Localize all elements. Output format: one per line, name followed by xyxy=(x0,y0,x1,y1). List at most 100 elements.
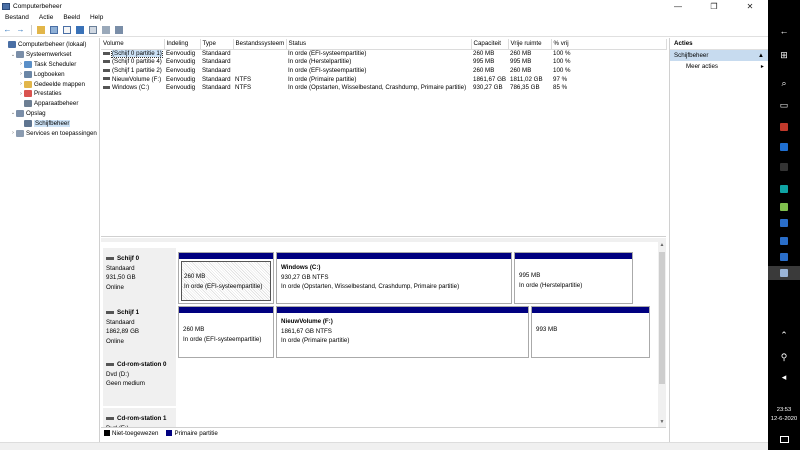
column-header[interactable]: % vrij xyxy=(551,39,667,50)
clock-date: 12-6-2020 xyxy=(770,416,798,422)
volume-icon[interactable]: ◂ xyxy=(768,370,800,384)
table-cell: Standaard xyxy=(202,50,231,58)
partition[interactable]: 260 MB In orde (EFI-systeempartitie) xyxy=(178,252,274,304)
properties-icon[interactable] xyxy=(61,25,72,35)
up-folder-icon[interactable] xyxy=(35,25,46,35)
computer-management-icon xyxy=(2,2,10,10)
scroll-up-icon[interactable]: ▲ xyxy=(658,242,666,250)
tree-item[interactable]: Computerbeheer (lokaal) xyxy=(0,40,99,50)
table-cell: 100 % xyxy=(553,66,571,74)
chevron-up-icon[interactable]: ⌃ xyxy=(768,328,800,342)
tree-item[interactable]: › Task Scheduler xyxy=(0,60,99,70)
disk-type: Standaard xyxy=(106,318,135,326)
computer-management-icon-glyph xyxy=(780,269,788,277)
back-icon[interactable]: ← xyxy=(768,24,800,38)
action-more-actions[interactable]: Meer acties ▸ xyxy=(670,61,768,72)
partition-bar xyxy=(277,253,511,259)
notification-icon[interactable] xyxy=(768,432,800,446)
view-icon[interactable] xyxy=(87,25,98,35)
table-row[interactable]: (Schijf 0 partitie 1) Eenvoudig Standaard I… xyxy=(101,49,666,58)
partition[interactable]: 995 MB In orde (Herstelpartitie) xyxy=(514,252,633,304)
table-cell: In orde (Primaire partitie) xyxy=(288,75,357,83)
disk-info[interactable]: Schijf 1 Standaard 1862,89 GB Online xyxy=(103,302,176,356)
computer-management-icon[interactable] xyxy=(768,266,800,280)
collapse-icon[interactable]: ▲ xyxy=(758,52,764,59)
scroll-down-icon[interactable]: ▼ xyxy=(658,419,666,427)
app-icon[interactable] xyxy=(768,234,800,248)
forward-arrow-icon[interactable]: → xyxy=(15,25,26,35)
menu-beeld[interactable]: Beeld xyxy=(58,14,85,21)
disk-size: 1862,89 GB xyxy=(106,328,140,335)
column-header[interactable]: Capaciteit xyxy=(471,39,509,50)
partition-bar xyxy=(179,253,273,259)
partition[interactable]: NieuwVolume (F:) 1861,67 GB NTFS In orde (… xyxy=(276,306,529,358)
submenu-arrow-icon: ▸ xyxy=(760,63,764,70)
tree-item[interactable]: › Logboeken xyxy=(0,69,99,79)
tree-item[interactable]: ⌄ Systeemwerkset xyxy=(0,50,99,60)
menu-bestand[interactable]: Bestand xyxy=(0,14,34,21)
app-icon[interactable] xyxy=(768,216,800,230)
disk-info[interactable]: Cd-rom-station 0 Dvd (D:) Geen medium xyxy=(103,354,176,406)
table-row[interactable]: Windows (C:) Eenvoudig Standaard NTFS In ord… xyxy=(101,83,666,92)
column-header[interactable]: Bestandssysteem xyxy=(233,39,287,50)
column-header[interactable]: Vrije ruimte xyxy=(508,39,552,50)
tree-item[interactable]: Schijfbeheer xyxy=(0,118,99,128)
disk-map-scrollbar[interactable]: ▲ ▼ xyxy=(658,242,666,427)
table-row[interactable]: (Schijf 1 partitie 2) Eenvoudig Standaard I… xyxy=(101,66,666,75)
navigation-tree: Computerbeheer (lokaal) ⌄ Systeemwerkset › T… xyxy=(0,38,100,442)
tree-item[interactable]: › Gedeelde mappen xyxy=(0,79,99,89)
actions-section-schijfbeheer[interactable]: Schijfbeheer ▲ xyxy=(670,50,768,61)
back-arrow-icon[interactable]: ← xyxy=(2,25,13,35)
app-icon[interactable] xyxy=(768,250,800,264)
table-row[interactable]: (Schijf 0 partitie 4) Eenvoudig Standaard I… xyxy=(101,58,666,67)
column-header[interactable]: Indeling xyxy=(164,39,201,50)
partition-body: NieuwVolume (F:) 1861,67 GB NTFS In orde (… xyxy=(279,315,526,355)
search-icon[interactable]: ⌕ xyxy=(768,76,800,90)
partition[interactable]: 993 MB xyxy=(531,306,650,358)
tree-item[interactable]: › Prestaties xyxy=(0,89,99,99)
partition-body: 260 MB In orde (EFI-systeempartitie) xyxy=(181,261,271,301)
app-icon-glyph xyxy=(780,163,788,171)
usb-icon[interactable]: ⚲ xyxy=(768,350,800,364)
partition-size: 1861,67 GB NTFS xyxy=(281,327,332,335)
app-icon[interactable] xyxy=(768,140,800,154)
app-icon[interactable] xyxy=(768,182,800,196)
tree-item[interactable]: Apparaatbeheer xyxy=(0,99,99,109)
app-icon[interactable] xyxy=(768,200,800,214)
tree-item[interactable]: › Services en toepassingen xyxy=(0,128,99,138)
app-icon-glyph xyxy=(780,185,788,193)
menu-help[interactable]: Help xyxy=(85,14,108,21)
disk-info[interactable]: Cd-rom-station 1Dvd (E:) xyxy=(103,408,176,427)
tree-node-icon xyxy=(16,129,24,137)
close-button[interactable]: ✕ xyxy=(732,0,768,12)
partition[interactable]: 260 MB In orde (EFI-systeempartitie) xyxy=(178,306,274,358)
menu-actie[interactable]: Actie xyxy=(34,14,58,21)
show-tree-icon[interactable] xyxy=(48,25,59,35)
taskbar-clock[interactable]: 23:53 12-6-2020 xyxy=(768,404,800,428)
column-header[interactable]: Status xyxy=(286,39,472,50)
column-header[interactable]: Volume xyxy=(101,39,165,50)
table-cell: Standaard xyxy=(202,58,231,66)
connect-icon[interactable] xyxy=(100,25,111,35)
app-icon[interactable] xyxy=(768,160,800,174)
partition-status: In orde (Herstelpartitie) xyxy=(519,281,583,289)
minimize-button[interactable]: — xyxy=(660,0,696,12)
table-cell: Eenvoudig xyxy=(166,66,196,74)
scroll-thumb[interactable] xyxy=(659,252,665,384)
table-row[interactable]: NieuwVolume (F:) Eenvoudig Standaard NTFS In… xyxy=(101,75,666,84)
partition[interactable]: Windows (C:) 930,27 GB NTFS In orde (Opsta… xyxy=(276,252,512,304)
maximize-button[interactable]: ❐ xyxy=(696,0,732,12)
partition-size: 930,27 GB NTFS xyxy=(281,273,329,281)
tree-item[interactable]: ⌄ Opslag xyxy=(0,109,99,119)
disk-info[interactable]: Schijf 0 Standaard 931,50 GB Online xyxy=(103,248,176,302)
windows-icon[interactable]: ⊞ xyxy=(768,48,800,62)
help-icon[interactable] xyxy=(74,25,85,35)
table-cell: 100 % xyxy=(553,58,571,66)
app-icon[interactable] xyxy=(768,120,800,134)
table-cell: Eenvoudig xyxy=(166,75,196,83)
disk-icon[interactable] xyxy=(113,25,124,35)
legend-swatch xyxy=(166,430,173,436)
table-cell xyxy=(233,66,286,75)
column-header[interactable]: Type xyxy=(200,39,234,50)
task-view-icon[interactable]: ▭ xyxy=(768,98,800,112)
